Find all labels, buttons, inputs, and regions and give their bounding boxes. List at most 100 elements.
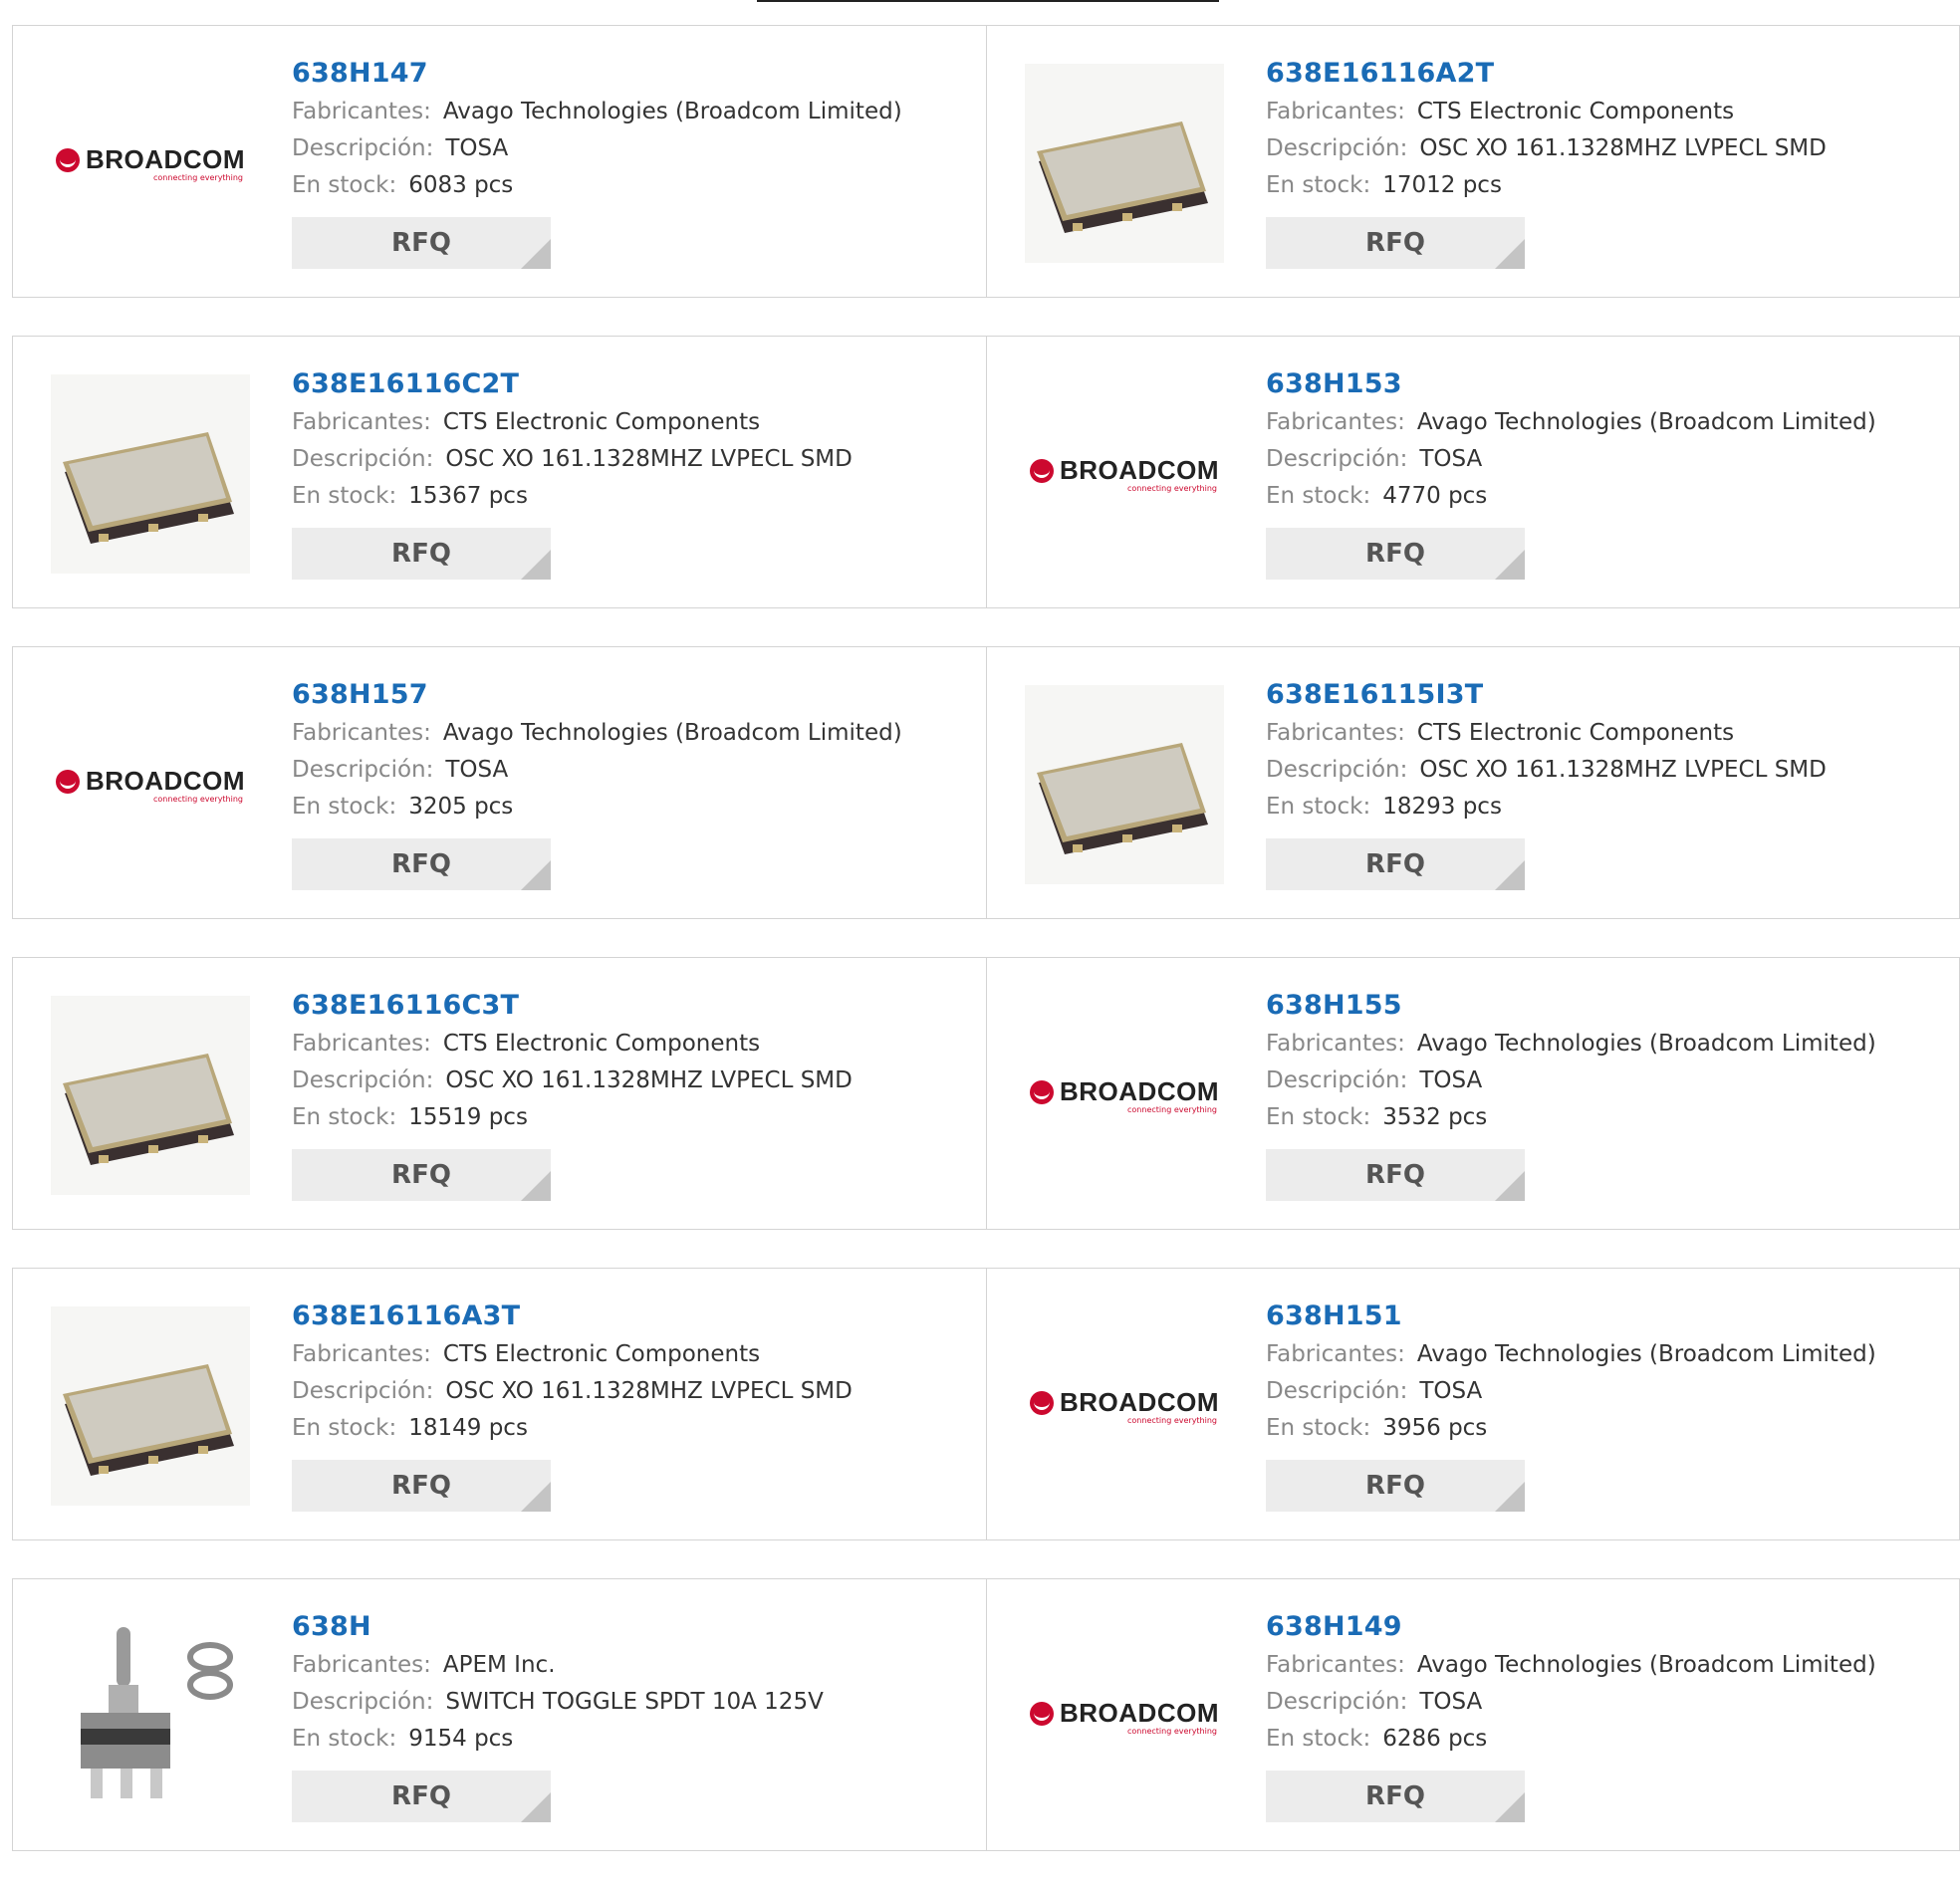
rfq-label: RFQ — [1365, 1160, 1425, 1190]
description-label: Descripción: — [1266, 757, 1408, 783]
rfq-button[interactable]: RFQ — [1266, 528, 1525, 580]
rfq-label: RFQ — [391, 539, 451, 569]
product-info: 638E16116A2T Fabricantes: CTS Electronic … — [1266, 54, 1827, 269]
product-image[interactable] — [51, 1617, 250, 1816]
broadcom-wordmark: BROADCOM — [86, 766, 245, 796]
product-image[interactable] — [51, 374, 250, 574]
description-value: TOSA — [445, 757, 509, 783]
part-number-link[interactable]: 638H — [292, 1607, 824, 1647]
stock-label: En stock: — [1266, 483, 1371, 509]
oscillator-chip-icon — [51, 996, 250, 1195]
manufacturer-value: CTS Electronic Components — [442, 1031, 761, 1057]
manufacturer-line: Fabricantes: Avago Technologies (Broadcom… — [1266, 1026, 1876, 1063]
product-image[interactable]: BROADCOM connecting everything — [1025, 1617, 1224, 1816]
description-label: Descripción: — [1266, 135, 1408, 161]
broadcom-wordmark: BROADCOM — [1060, 1698, 1219, 1728]
rfq-button[interactable]: RFQ — [1266, 838, 1525, 890]
rfq-button[interactable]: RFQ — [292, 1460, 551, 1512]
manufacturer-label: Fabricantes: — [292, 720, 431, 746]
product-image[interactable]: BROADCOM connecting everything — [1025, 996, 1224, 1195]
part-number-link[interactable]: 638E16115I3T — [1266, 675, 1827, 715]
rfq-button[interactable]: RFQ — [1266, 217, 1525, 269]
stock-label: En stock: — [1266, 1104, 1371, 1130]
product-card: BROADCOM connecting everything 638H147 Fa… — [13, 26, 986, 297]
part-number-link[interactable]: 638E16116C3T — [292, 986, 853, 1026]
broadcom-wordmark: BROADCOM — [1060, 455, 1219, 485]
manufacturer-value: Avago Technologies (Broadcom Limited) — [442, 99, 902, 124]
stock-value: 18149 pcs — [408, 1415, 528, 1441]
part-number-link[interactable]: 638H153 — [1266, 364, 1876, 404]
product-image[interactable] — [1025, 685, 1224, 884]
product-image[interactable]: BROADCOM connecting everything — [51, 685, 250, 884]
product-card: BROADCOM connecting everything 638H157 Fa… — [13, 647, 986, 918]
corner-triangle-icon — [521, 550, 551, 580]
manufacturer-value: CTS Electronic Components — [1416, 99, 1735, 124]
broadcom-tagline: connecting everything — [1127, 484, 1217, 493]
rfq-button[interactable]: RFQ — [292, 838, 551, 890]
stock-label: En stock: — [292, 794, 397, 820]
stock-line: En stock: 18293 pcs — [1266, 789, 1827, 826]
product-row: 638E16116C3T Fabricantes: CTS Electronic … — [12, 957, 1960, 1230]
broadcom-pulse-icon — [56, 769, 80, 794]
product-image[interactable] — [51, 996, 250, 1195]
rfq-button[interactable]: RFQ — [292, 1771, 551, 1822]
corner-triangle-icon — [521, 1482, 551, 1512]
manufacturer-label: Fabricantes: — [1266, 720, 1405, 746]
corner-triangle-icon — [521, 1171, 551, 1201]
broadcom-pulse-icon — [1030, 1390, 1054, 1415]
rfq-button[interactable]: RFQ — [292, 217, 551, 269]
product-image[interactable] — [1025, 64, 1224, 263]
description-value: OSC XO 161.1328MHZ LVPECL SMD — [445, 446, 853, 472]
rfq-label: RFQ — [1365, 1471, 1425, 1501]
oscillator-chip-icon — [1025, 685, 1224, 884]
broadcom-logo: BROADCOM connecting everything — [1030, 1698, 1219, 1736]
part-number-link[interactable]: 638H157 — [292, 675, 902, 715]
manufacturer-value: Avago Technologies (Broadcom Limited) — [1416, 1341, 1876, 1367]
product-info: 638E16116C3T Fabricantes: CTS Electronic … — [292, 986, 853, 1201]
rfq-button[interactable]: RFQ — [1266, 1771, 1525, 1822]
part-number-link[interactable]: 638H151 — [1266, 1297, 1876, 1336]
rfq-button[interactable]: RFQ — [292, 528, 551, 580]
rfq-label: RFQ — [1365, 228, 1425, 258]
corner-triangle-icon — [1495, 1171, 1525, 1201]
stock-value: 15519 pcs — [408, 1104, 528, 1130]
part-number-link[interactable]: 638H155 — [1266, 986, 1876, 1026]
rfq-button[interactable]: RFQ — [1266, 1149, 1525, 1201]
rfq-button[interactable]: RFQ — [1266, 1460, 1525, 1512]
manufacturer-value: APEM Inc. — [442, 1652, 556, 1678]
manufacturer-line: Fabricantes: Avago Technologies (Broadcom… — [1266, 404, 1876, 441]
part-number-link[interactable]: 638E16116C2T — [292, 364, 853, 404]
product-row: BROADCOM connecting everything 638H147 Fa… — [12, 25, 1960, 298]
broadcom-tagline: connecting everything — [1127, 1727, 1217, 1736]
stock-value: 17012 pcs — [1382, 172, 1502, 198]
product-card: 638E16116C3T Fabricantes: CTS Electronic … — [13, 958, 986, 1229]
manufacturer-line: Fabricantes: APEM Inc. — [292, 1647, 824, 1684]
stock-line: En stock: 17012 pcs — [1266, 167, 1827, 204]
part-number-link[interactable]: 638E16116A2T — [1266, 54, 1827, 94]
product-image[interactable]: BROADCOM connecting everything — [51, 64, 250, 263]
manufacturer-label: Fabricantes: — [1266, 1341, 1405, 1367]
product-card: 638E16115I3T Fabricantes: CTS Electronic … — [986, 647, 1959, 918]
part-number-link[interactable]: 638E16116A3T — [292, 1297, 853, 1336]
part-number-link[interactable]: 638H147 — [292, 54, 902, 94]
product-row: BROADCOM connecting everything 638H157 Fa… — [12, 646, 1960, 919]
manufacturer-value: CTS Electronic Components — [442, 409, 761, 435]
broadcom-logo: BROADCOM connecting everything — [56, 144, 245, 182]
corner-triangle-icon — [1495, 1482, 1525, 1512]
product-image[interactable]: BROADCOM connecting everything — [1025, 1306, 1224, 1506]
stock-line: En stock: 15519 pcs — [292, 1099, 853, 1136]
product-image[interactable] — [51, 1306, 250, 1506]
stock-label: En stock: — [292, 483, 397, 509]
product-image[interactable]: BROADCOM connecting everything — [1025, 374, 1224, 574]
corner-triangle-icon — [1495, 550, 1525, 580]
description-label: Descripción: — [292, 135, 434, 161]
broadcom-pulse-icon — [1030, 1079, 1054, 1104]
rfq-button[interactable]: RFQ — [292, 1149, 551, 1201]
product-info: 638H149 Fabricantes: Avago Technologies (… — [1266, 1607, 1876, 1822]
product-card: 638H Fabricantes: APEM Inc. Descripción: S… — [13, 1579, 986, 1850]
description-label: Descripción: — [292, 1378, 434, 1404]
stock-label: En stock: — [292, 1726, 397, 1752]
description-line: Descripción: SWITCH TOGGLE SPDT 10A 125V — [292, 1684, 824, 1721]
part-number-link[interactable]: 638H149 — [1266, 1607, 1876, 1647]
description-value: OSC XO 161.1328MHZ LVPECL SMD — [1419, 135, 1827, 161]
